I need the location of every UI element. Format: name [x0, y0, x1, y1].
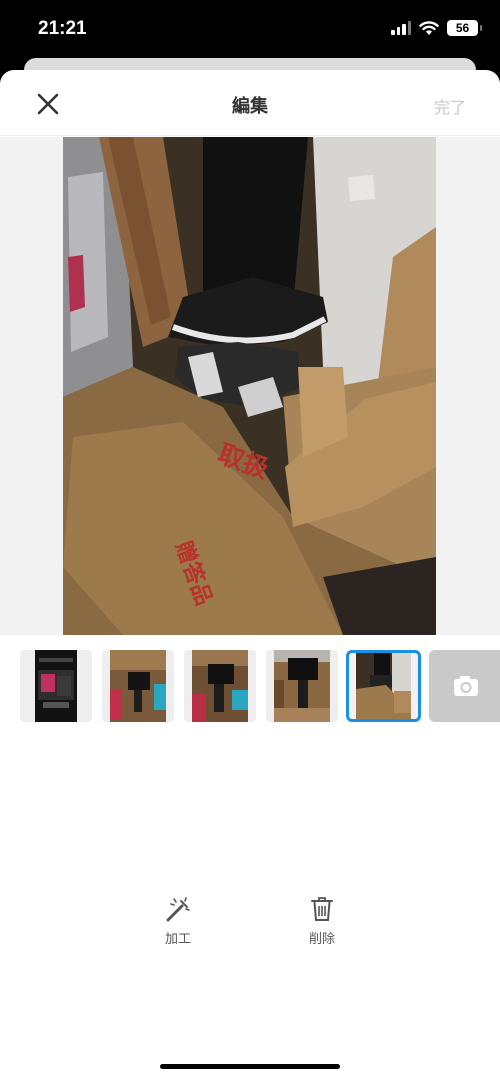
thumbnail-item[interactable]	[184, 650, 256, 722]
thumbnail-item-selected[interactable]	[346, 650, 421, 722]
home-indicator	[160, 1064, 340, 1069]
photo-image: 取扱 贈答品	[63, 137, 436, 635]
thumbnail-image	[356, 653, 411, 719]
thumbnail-image	[110, 650, 166, 722]
status-bar: 21:21 56	[0, 0, 500, 60]
magic-wand-icon	[166, 897, 190, 922]
edit-sheet: 編集 完了 取扱 贈答品	[0, 70, 500, 1080]
thumbnail-strip	[0, 650, 500, 726]
camera-icon	[454, 676, 478, 696]
thumbnail-item[interactable]	[266, 650, 338, 722]
cellular-signal-icon	[391, 21, 411, 35]
header: 編集 完了	[0, 70, 500, 136]
photo-preview-area: 取扱 贈答品	[0, 137, 500, 635]
edit-label: 加工	[164, 932, 191, 947]
thumbnail-image	[274, 650, 330, 722]
thumbnail-item[interactable]	[20, 650, 92, 722]
add-photo-button[interactable]	[429, 650, 500, 722]
battery-icon: 56	[447, 20, 482, 36]
edit-button[interactable]: 加工	[148, 896, 208, 947]
thumbnail-item[interactable]	[102, 650, 174, 722]
trash-icon	[311, 897, 333, 921]
delete-label: 削除	[308, 932, 335, 947]
thumbnail-image	[35, 650, 77, 722]
status-time: 21:21	[38, 18, 87, 39]
main-photo[interactable]: 取扱 贈答品	[63, 137, 436, 635]
page-title: 編集	[232, 96, 268, 117]
delete-button[interactable]: 削除	[292, 896, 352, 947]
wifi-icon	[419, 20, 439, 35]
done-button[interactable]: 完了	[434, 94, 466, 118]
thumbnail-image	[192, 650, 248, 722]
status-icons: 56	[391, 20, 482, 36]
